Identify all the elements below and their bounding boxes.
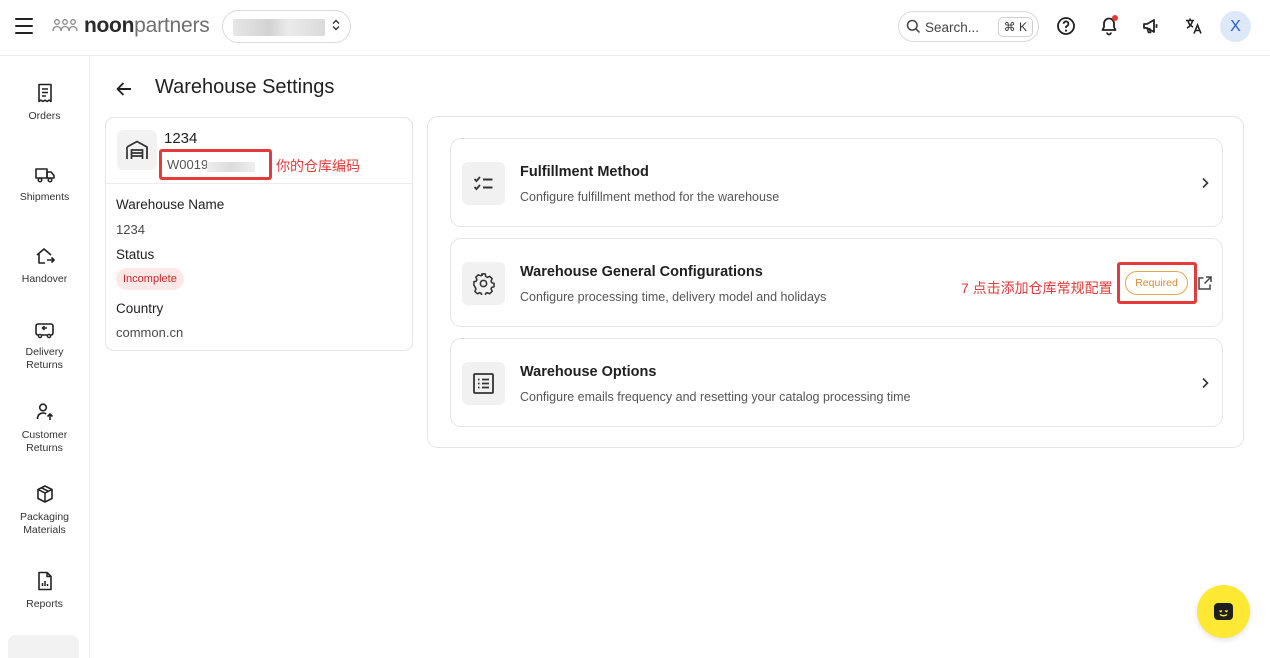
country-label: Country [116, 301, 164, 316]
back-arrow-icon[interactable] [114, 79, 134, 99]
warehouse-code-annotation: 你的仓库编码 [276, 158, 360, 174]
sidebar-item-label: Shipments [19, 191, 70, 203]
chat-smile-icon [1214, 603, 1233, 620]
notification-dot [1112, 15, 1118, 21]
redacted-code-part [207, 162, 255, 172]
top-bar: noon partners Search... ⌘ K X [0, 0, 1270, 56]
logo-people-icon [52, 19, 78, 32]
chat-support-button[interactable] [1197, 585, 1250, 638]
sidebar-item-label: Delivery Returns [25, 346, 64, 371]
setting-description: Configure emails frequency and resetting… [520, 390, 911, 404]
chevron-right-icon [1202, 377, 1209, 389]
sidebar: Orders Shipments Handover Delivery Retur… [0, 56, 90, 658]
sidebar-item-customer-returns[interactable]: Customer Returns [0, 402, 89, 455]
warehouse-options-row[interactable]: Warehouse Options Configure emails frequ… [450, 338, 1223, 427]
sidebar-item-reports[interactable]: Reports [0, 571, 89, 611]
report-icon [37, 571, 52, 591]
search-icon [906, 19, 921, 34]
noon-partners-logo[interactable]: noon partners [52, 14, 210, 38]
home-arrow-icon [35, 248, 55, 264]
warehouse-name-heading: 1234 [164, 130, 198, 147]
sidebar-item-orders[interactable]: Orders [0, 83, 89, 123]
user-return-icon [36, 403, 53, 420]
page-title: Warehouse Settings [155, 76, 335, 98]
fulfillment-method-row[interactable]: Fulfillment Method Configure fulfillment… [450, 138, 1223, 227]
warehouse-general-configurations-row[interactable]: Warehouse General Configurations Configu… [450, 238, 1223, 327]
sidebar-item-label: Handover [21, 273, 68, 285]
sidebar-item-handover[interactable]: Handover [0, 246, 89, 286]
sidebar-item-delivery-returns[interactable]: Delivery Returns [0, 321, 89, 372]
sidebar-item-shipments[interactable]: Shipments [0, 166, 89, 204]
setting-title: Warehouse General Configurations [520, 264, 763, 280]
up-down-chevron-icon [332, 19, 340, 32]
row-icon-box [462, 162, 505, 205]
logo-text-noon: noon [84, 14, 135, 37]
warehouse-name-value: 1234 [116, 222, 145, 237]
warehouse-code: W0019 [167, 157, 209, 172]
sidebar-more-item[interactable] [8, 635, 79, 658]
gear-icon [473, 273, 495, 295]
warehouse-code-highlight: W0019 [159, 149, 272, 180]
add-configuration-annotation: 7 点击添加仓库常规配置 [961, 280, 1113, 296]
store-selector[interactable] [222, 10, 351, 43]
warehouse-icon [126, 140, 148, 159]
warehouse-info-card: 1234 W0019 你的仓库编码 Warehouse Name 1234 St… [105, 117, 413, 351]
sidebar-item-label: Reports [26, 598, 63, 610]
sidebar-item-label: Customer Returns [21, 429, 68, 454]
help-icon[interactable] [1056, 16, 1076, 36]
setting-title: Fulfillment Method [520, 164, 649, 180]
divider [106, 183, 412, 184]
menu-icon[interactable] [15, 18, 33, 34]
chevron-right-icon [1202, 177, 1209, 189]
required-badge: Required [1125, 271, 1188, 295]
receipt-icon [37, 83, 52, 103]
sidebar-item-label: Packaging Materials [19, 511, 70, 536]
setting-description: Configure processing time, delivery mode… [520, 290, 827, 304]
package-icon [36, 485, 53, 503]
search-shortcut: ⌘ K [997, 17, 1033, 37]
status-label: Status [116, 247, 155, 262]
user-avatar[interactable]: X [1220, 11, 1251, 42]
country-value: common.cn [116, 325, 184, 340]
redacted-store-name [233, 19, 325, 36]
warehouse-settings-card: Fulfillment Method Configure fulfillment… [427, 116, 1244, 448]
setting-description: Configure fulfillment method for the war… [520, 190, 780, 204]
external-link-icon[interactable] [1197, 275, 1213, 291]
sidebar-item-label: Orders [28, 110, 61, 122]
logo-text-partners: partners [134, 14, 210, 37]
truck-return-icon [34, 323, 54, 339]
required-highlight: Required [1117, 262, 1197, 304]
warehouse-icon-box [117, 130, 157, 170]
truck-icon [34, 168, 55, 183]
search-input[interactable]: Search... ⌘ K [898, 11, 1039, 42]
status-badge: Incomplete [116, 268, 184, 290]
list-icon [473, 373, 494, 394]
search-placeholder: Search... [925, 20, 980, 35]
warehouse-name-label: Warehouse Name [116, 197, 225, 212]
checklist-icon [473, 176, 493, 191]
row-icon-box [462, 262, 505, 305]
setting-title: Warehouse Options [520, 364, 657, 380]
translate-icon[interactable] [1184, 16, 1204, 36]
megaphone-icon[interactable] [1141, 16, 1161, 36]
row-icon-box [462, 362, 505, 405]
sidebar-item-packaging-materials[interactable]: Packaging Materials [0, 484, 89, 537]
